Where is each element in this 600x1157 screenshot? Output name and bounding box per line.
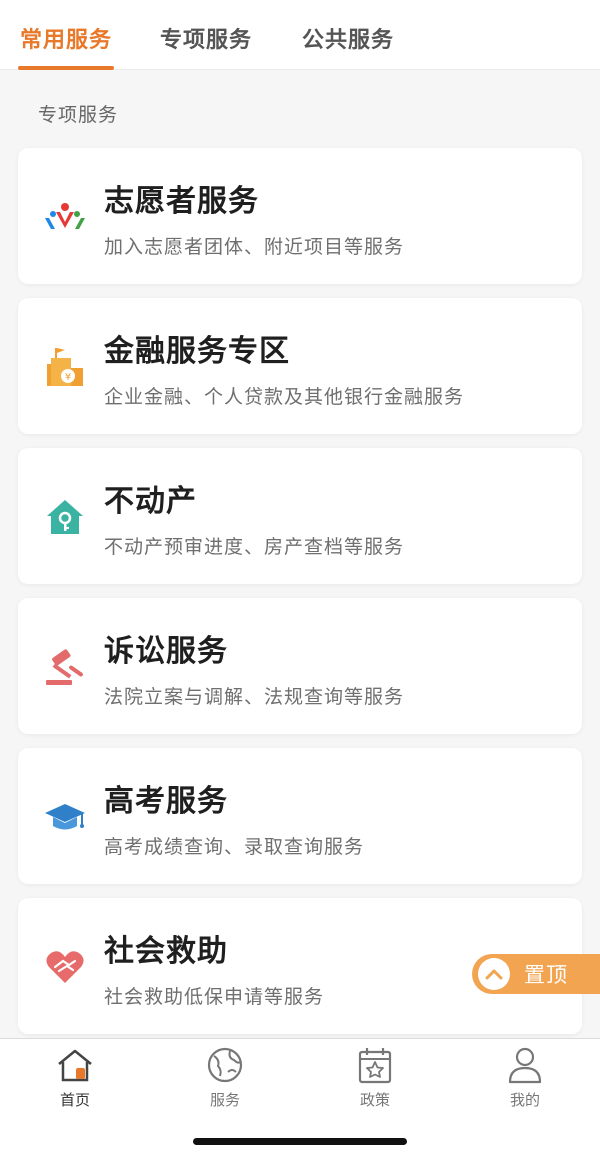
- top-tab-bar: 常用服务 专项服务 公共服务: [0, 0, 600, 70]
- nav-item-mine[interactable]: 我的: [485, 1045, 565, 1110]
- card-description: 不动产预审进度、房产查档等服务: [104, 536, 405, 558]
- tab-special-services[interactable]: 专项服务: [160, 22, 252, 54]
- gavel-icon: [42, 644, 88, 690]
- card-description: 企业金融、个人贷款及其他银行金融服务: [104, 386, 465, 408]
- graduation-cap-icon: [42, 794, 88, 840]
- home-indicator-bar: [193, 1138, 407, 1145]
- section-heading: 专项服务: [38, 104, 119, 126]
- tab-common-services[interactable]: 常用服务: [20, 22, 112, 54]
- nav-label: 政策: [359, 1091, 390, 1109]
- nav-item-home[interactable]: 首页: [35, 1045, 115, 1110]
- pin-to-top-button[interactable]: 置顶: [472, 954, 600, 994]
- volunteer-icon: [42, 194, 88, 240]
- card-title: 金融服务专区: [104, 334, 290, 369]
- service-card-finance[interactable]: ¥ 金融服务专区 企业金融、个人贷款及其他银行金融服务: [18, 298, 582, 434]
- nav-label: 首页: [59, 1091, 90, 1109]
- chevron-up-icon: [478, 958, 510, 990]
- card-title: 诉讼服务: [104, 634, 228, 669]
- card-title: 不动产: [104, 484, 197, 519]
- person-icon: [485, 1045, 565, 1085]
- service-card-litigation[interactable]: 诉讼服务 法院立案与调解、法规查询等服务: [18, 598, 582, 734]
- card-description: 社会救助低保申请等服务: [104, 986, 325, 1008]
- nav-item-services[interactable]: 服务: [185, 1045, 265, 1110]
- globe-icon: [185, 1045, 265, 1085]
- card-description: 法院立案与调解、法规查询等服务: [104, 686, 405, 708]
- active-tab-indicator: [18, 66, 114, 70]
- calendar-star-icon: [335, 1045, 415, 1085]
- app-page: 常用服务 专项服务 公共服务 专项服务 志愿者服务 加入志愿者团体、附近项目等服…: [0, 0, 600, 1157]
- nav-label: 我的: [509, 1091, 540, 1109]
- svg-text:¥: ¥: [65, 372, 71, 383]
- heart-hands-icon: [42, 944, 88, 990]
- service-card-volunteer[interactable]: 志愿者服务 加入志愿者团体、附近项目等服务: [18, 148, 582, 284]
- house-key-icon: [42, 494, 88, 540]
- home-icon: [35, 1045, 115, 1085]
- tab-public-services[interactable]: 公共服务: [302, 22, 394, 54]
- card-title: 社会救助: [104, 934, 228, 969]
- bank-icon: ¥: [42, 344, 88, 390]
- nav-label: 服务: [209, 1091, 240, 1109]
- pin-to-top-label: 置顶: [524, 963, 568, 987]
- card-title: 志愿者服务: [104, 184, 259, 219]
- nav-item-policy[interactable]: 政策: [335, 1045, 415, 1110]
- card-description: 高考成绩查询、录取查询服务: [104, 836, 365, 858]
- service-card-real-estate[interactable]: 不动产 不动产预审进度、房产查档等服务: [18, 448, 582, 584]
- service-card-gaokao[interactable]: 高考服务 高考成绩查询、录取查询服务: [18, 748, 582, 884]
- card-description: 加入志愿者团体、附近项目等服务: [104, 236, 405, 258]
- card-title: 高考服务: [104, 784, 228, 819]
